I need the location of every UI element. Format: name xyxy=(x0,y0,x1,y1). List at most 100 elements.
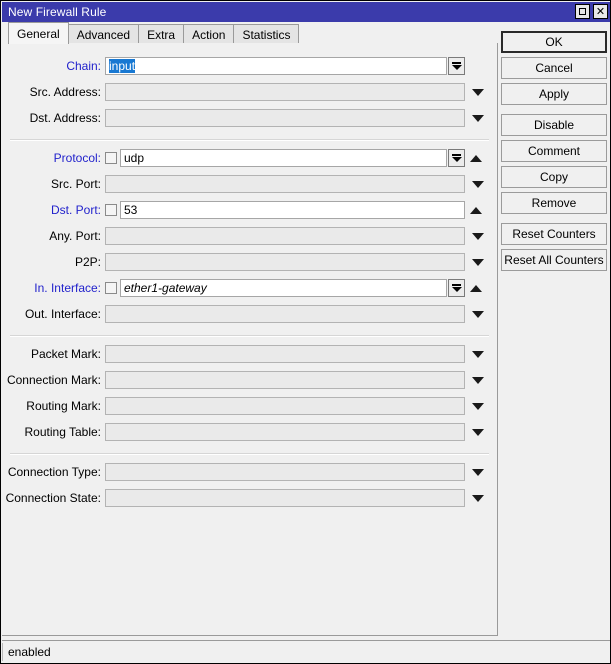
chevron-down-icon xyxy=(472,468,484,476)
input-p2p[interactable] xyxy=(105,253,465,271)
field-row-chain: Chain: input xyxy=(2,56,497,76)
input-connection-type[interactable] xyxy=(105,463,465,481)
input-packet-mark[interactable] xyxy=(105,345,465,363)
apply-button[interactable]: Apply xyxy=(501,83,607,105)
input-src-port[interactable] xyxy=(105,175,465,193)
comment-button[interactable]: Comment xyxy=(501,140,607,162)
chevron-down-icon xyxy=(472,350,484,358)
chevron-down-icon xyxy=(472,402,484,410)
chevron-down-icon xyxy=(472,376,484,384)
field-row-connection-state: Connection State: xyxy=(2,488,497,508)
label-dst-port[interactable]: Dst. Port: xyxy=(2,203,105,217)
input-routing-table[interactable] xyxy=(105,423,465,441)
input-value-selected: input xyxy=(109,59,136,73)
tab-extra[interactable]: Extra xyxy=(138,24,185,44)
restore-icon xyxy=(579,8,586,15)
dropdown-arrow-src-port[interactable] xyxy=(469,175,487,193)
tab-action[interactable]: Action xyxy=(183,24,235,44)
dropdown-arrow-src-address[interactable] xyxy=(469,83,487,101)
reset-counters-button[interactable]: Reset Counters xyxy=(501,223,607,245)
field-row-any-port: Any. Port: xyxy=(2,226,497,246)
chevron-down-icon xyxy=(472,114,484,122)
dropdown-bar-icon xyxy=(452,154,461,156)
chevron-down-icon xyxy=(472,180,484,188)
tab-label: Action xyxy=(192,27,226,42)
negate-toggle-dst-port[interactable] xyxy=(468,201,484,219)
tab-label: Statistics xyxy=(242,27,291,42)
field-row-dst-address: Dst. Address: xyxy=(2,108,497,128)
input-chain[interactable]: input xyxy=(105,57,447,75)
chevron-down-icon xyxy=(451,65,462,70)
tab-statistics[interactable]: Statistics xyxy=(233,24,300,44)
tab-general[interactable]: General xyxy=(8,22,69,44)
dropdown-arrow-routing-table[interactable] xyxy=(469,423,487,441)
chevron-down-icon xyxy=(472,494,484,502)
remove-button[interactable]: Remove xyxy=(501,192,607,214)
window-title: New Firewall Rule xyxy=(8,5,107,19)
general-tab-panel: Chain: input Src. Address: Dst. Address: Pro… xyxy=(2,43,498,636)
dropdown-arrow-any-port[interactable] xyxy=(469,227,487,245)
input-in-interface[interactable]: ether1-gateway xyxy=(120,279,447,297)
dropdown-button-chain[interactable] xyxy=(448,57,465,75)
ok-button[interactable]: OK xyxy=(501,31,607,53)
action-button-column: OK Cancel Apply Disable Comment Copy Remove Res… xyxy=(501,31,607,275)
label-protocol[interactable]: Protocol: xyxy=(2,151,105,165)
dropdown-arrow-connection-mark[interactable] xyxy=(469,371,487,389)
label-connection-type: Connection Type: xyxy=(7,465,101,479)
negate-checkbox-in-interface[interactable] xyxy=(105,282,117,294)
dropdown-arrow-connection-state[interactable] xyxy=(469,489,487,507)
label-p2p: P2P: xyxy=(74,255,101,269)
copy-button[interactable]: Copy xyxy=(501,166,607,188)
status-bar: enabled xyxy=(2,640,610,662)
negate-toggle-protocol[interactable] xyxy=(468,149,484,167)
restore-window-button[interactable] xyxy=(575,4,590,19)
field-row-src-address: Src. Address: xyxy=(2,82,497,102)
dropdown-arrow-packet-mark[interactable] xyxy=(469,345,487,363)
dropdown-arrow-p2p[interactable] xyxy=(469,253,487,271)
field-row-routing-mark: Routing Mark: xyxy=(2,396,497,416)
input-connection-state[interactable] xyxy=(105,489,465,507)
label-packet-mark: Packet Mark: xyxy=(30,347,101,361)
input-src-address[interactable] xyxy=(105,83,465,101)
tab-advanced[interactable]: Advanced xyxy=(67,24,140,44)
dropdown-button-in-interface[interactable] xyxy=(448,279,465,297)
chevron-down-icon xyxy=(472,428,484,436)
input-connection-mark[interactable] xyxy=(105,371,465,389)
input-dst-port[interactable]: 53 xyxy=(120,201,465,219)
dropdown-arrow-routing-mark[interactable] xyxy=(469,397,487,415)
label-dst-address: Dst. Address: xyxy=(29,111,101,125)
input-dst-address[interactable] xyxy=(105,109,465,127)
negate-checkbox-dst-port[interactable] xyxy=(105,204,117,216)
field-row-protocol: Protocol: udp xyxy=(2,148,497,168)
label-connection-state: Connection State: xyxy=(5,491,101,505)
label-src-port: Src. Port: xyxy=(50,177,101,191)
negate-checkbox-protocol[interactable] xyxy=(105,152,117,164)
input-routing-mark[interactable] xyxy=(105,397,465,415)
dropdown-arrow-connection-type[interactable] xyxy=(469,463,487,481)
label-chain[interactable]: Chain: xyxy=(2,59,105,73)
disable-button[interactable]: Disable xyxy=(501,114,607,136)
field-row-packet-mark: Packet Mark: xyxy=(2,344,497,364)
dropdown-button-protocol[interactable] xyxy=(448,149,465,167)
form-area: Chain: input Src. Address: Dst. Address: Pro… xyxy=(2,43,497,635)
group-separator xyxy=(10,139,489,141)
label-in-interface[interactable]: In. Interface: xyxy=(2,281,105,295)
negate-toggle-in-interface[interactable] xyxy=(468,279,484,297)
firewall-rule-dialog: New Firewall Rule ✕ General Advanced Extra… xyxy=(0,0,611,664)
input-any-port[interactable] xyxy=(105,227,465,245)
reset-all-counters-button[interactable]: Reset All Counters xyxy=(501,249,607,271)
field-row-in-interface: In. Interface: ether1-gateway xyxy=(2,278,497,298)
group-separator xyxy=(10,453,489,455)
chevron-down-icon xyxy=(472,310,484,318)
field-row-p2p: P2P: xyxy=(2,252,497,272)
label-routing-table: Routing Table: xyxy=(24,425,102,439)
chevron-up-icon xyxy=(470,206,482,214)
input-out-interface[interactable] xyxy=(105,305,465,323)
title-bar: New Firewall Rule ✕ xyxy=(2,2,610,22)
close-window-button[interactable]: ✕ xyxy=(593,4,608,19)
dropdown-arrow-dst-address[interactable] xyxy=(469,109,487,127)
cancel-button[interactable]: Cancel xyxy=(501,57,607,79)
tab-label: Extra xyxy=(147,27,176,42)
dropdown-arrow-out-interface[interactable] xyxy=(469,305,487,323)
input-protocol[interactable]: udp xyxy=(120,149,447,167)
